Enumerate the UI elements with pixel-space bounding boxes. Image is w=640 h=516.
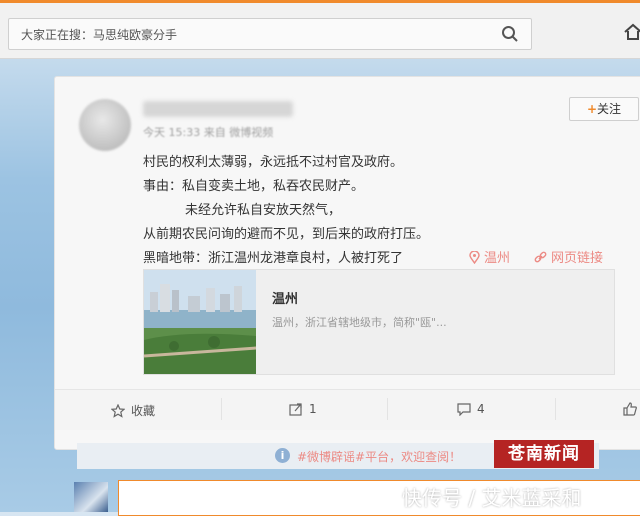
link-icon — [534, 251, 547, 263]
repost-button[interactable]: 1 — [289, 402, 317, 416]
star-icon — [110, 403, 126, 418]
post-line-5: 黑暗地带：浙江温州龙港章良村，人被打死了 — [143, 251, 404, 266]
follow-label: 关注 — [597, 102, 622, 116]
repost-count: 1 — [309, 402, 317, 416]
search-input[interactable]: 大家正在搜：马思纯欧豪分手 — [8, 18, 532, 50]
weibo-post-card: 今天 15:33 来自 微博视频 +关注 村民的权利太薄弱，永远抵不过村官及政府… — [54, 76, 640, 469]
comment-button[interactable]: 4 — [457, 402, 485, 417]
watermark: 快传号 / 艾米蓝采和 — [402, 486, 582, 510]
home-icon[interactable] — [623, 22, 640, 42]
location-label: 温州 — [484, 251, 511, 266]
username-blurred[interactable] — [143, 101, 293, 117]
action-divider — [221, 398, 222, 420]
post-line-4: 从前期农民问询的避而不见，到后来的政府打压。 — [143, 227, 430, 242]
search-placeholder: 大家正在搜：马思纯欧豪分手 — [21, 28, 178, 42]
plus-icon: + — [586, 102, 598, 116]
comment-count: 4 — [477, 402, 485, 416]
commenter-avatar[interactable] — [74, 482, 108, 512]
top-accent-line — [0, 0, 640, 3]
news-badge: 苍南新闻 — [494, 440, 594, 468]
favorite-label: 收藏 — [131, 404, 156, 418]
repost-icon — [289, 403, 302, 416]
link-preview-card[interactable]: 温州 温州，浙江省辖地级市，简称"瓯"... — [143, 269, 615, 375]
action-bar: 收藏 1 4 — [55, 389, 640, 430]
info-icon: i — [275, 448, 290, 463]
post-meta: 今天 15:33 来自 微博视频 — [143, 126, 274, 139]
action-divider — [555, 398, 556, 420]
location-link[interactable]: 温州 — [469, 247, 510, 266]
like-button[interactable] — [623, 402, 640, 416]
avatar[interactable] — [79, 99, 131, 151]
post-line-1: 村民的权利太薄弱，永远抵不过村官及政府。 — [143, 155, 404, 170]
preview-description: 温州，浙江省辖地级市，简称"瓯"... — [272, 316, 447, 329]
follow-button[interactable]: +关注 — [569, 97, 639, 121]
post-line-2: 事由：私自变卖土地，私吞农民财产。 — [143, 179, 365, 194]
thumbs-up-icon — [623, 402, 637, 416]
location-pin-icon — [469, 250, 480, 265]
preview-title: 温州 — [272, 292, 299, 307]
top-bar: 大家正在搜：马思纯欧豪分手 — [0, 0, 640, 59]
search-icon[interactable] — [501, 25, 519, 43]
web-link[interactable]: 网页链接 — [534, 247, 603, 266]
comment-icon — [457, 403, 471, 417]
action-divider — [387, 398, 388, 420]
notice-text: #微博辟谣#平台，欢迎查阅！ — [297, 450, 462, 464]
web-link-label: 网页链接 — [551, 251, 604, 266]
favorite-button[interactable]: 收藏 — [110, 402, 156, 419]
post-line-3: 未经允许私自安放天然气， — [185, 203, 342, 218]
preview-thumbnail — [144, 270, 256, 374]
